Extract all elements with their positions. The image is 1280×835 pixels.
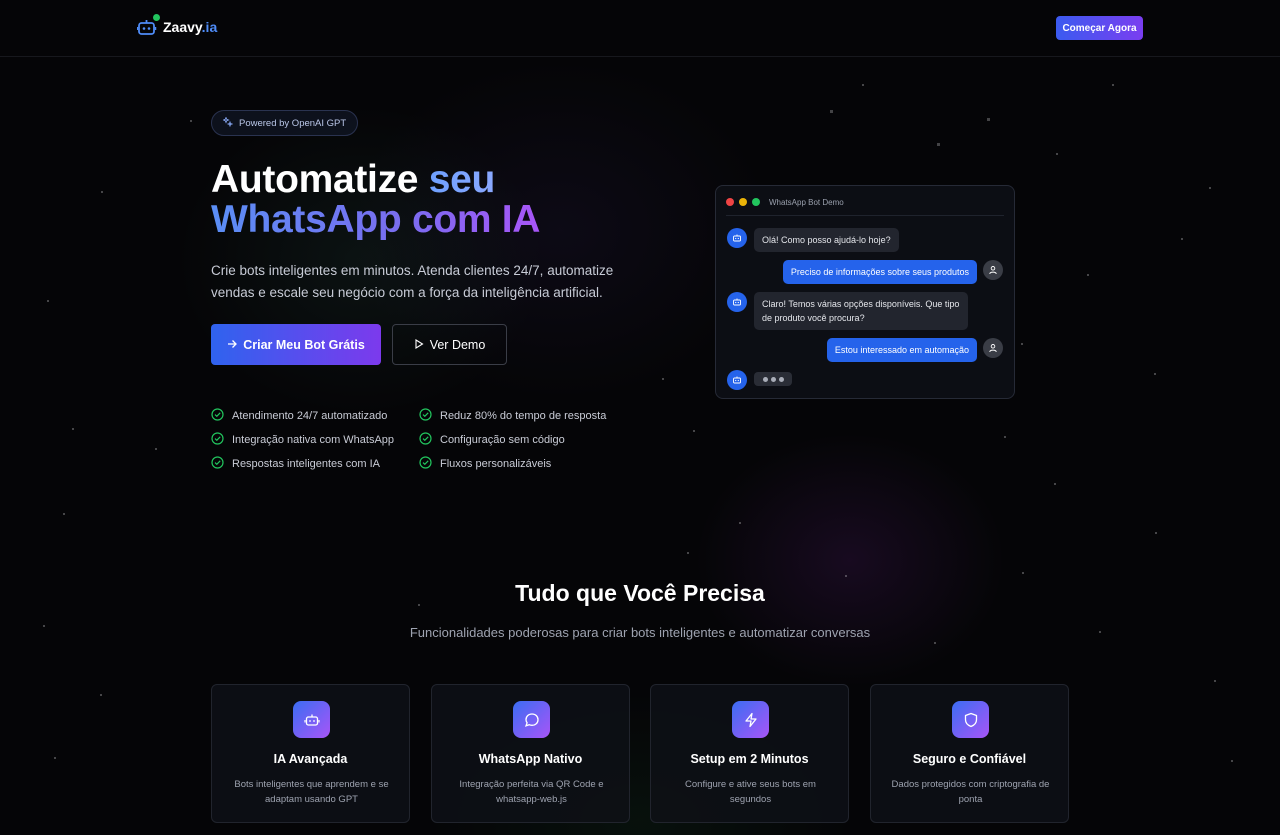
card-title: WhatsApp Nativo <box>478 752 583 766</box>
feature-card-whatsapp: WhatsApp Nativo Integração perfeita via … <box>431 684 630 823</box>
user-avatar-icon <box>983 338 1003 358</box>
features-section-title: Tudo que Você Precisa <box>515 580 765 606</box>
robot-logo-icon <box>136 14 160 37</box>
view-demo-button[interactable]: Ver Demo <box>392 324 507 365</box>
powered-by-badge: Powered by OpenAI GPT <box>211 110 359 136</box>
chat-demo-window: WhatsApp Bot Demo Olá! Como posso ajudá-… <box>715 185 1015 399</box>
bot-avatar-icon <box>727 370 747 390</box>
user-message: Estou interessado em automação <box>826 338 977 362</box>
bot-message: Claro! Temos várias opções disponíveis. … <box>754 292 968 330</box>
typing-indicator <box>754 372 792 386</box>
hero-subtitle: Crie bots inteligentes em minutos. Atend… <box>211 263 614 300</box>
card-description: Integração perfeita via QR Code e whatsa… <box>459 779 604 805</box>
check-circle-icon <box>419 456 432 472</box>
card-title: IA Avançada <box>273 752 348 766</box>
check-circle-icon <box>211 456 224 472</box>
brand-logo[interactable]: Zaavy.ia <box>136 14 218 37</box>
bot-avatar-icon <box>727 228 747 248</box>
features-section-subtitle: Funcionalidades poderosas para criar bot… <box>409 625 871 640</box>
feature-item: Respostas inteligentes com IA <box>211 456 380 472</box>
feature-item: Reduz 80% do tempo de resposta <box>419 408 606 424</box>
user-avatar-icon <box>983 260 1003 280</box>
check-circle-icon <box>211 432 224 448</box>
feature-card-security: Seguro e Confiável Dados protegidos com … <box>870 684 1069 823</box>
window-maximize-dot <box>752 198 760 206</box>
online-status-dot <box>153 14 160 21</box>
feature-item: Integração nativa com WhatsApp <box>211 432 394 448</box>
feature-card-setup: Setup em 2 Minutos Configure e ative seu… <box>650 684 849 823</box>
arrow-right-icon <box>227 338 238 352</box>
check-circle-icon <box>211 408 224 424</box>
check-circle-icon <box>419 432 432 448</box>
chat-bubble-icon <box>513 701 550 738</box>
card-description: Bots inteligentes que aprendem e se adap… <box>234 779 389 805</box>
window-minimize-dot <box>739 198 747 206</box>
card-description: Configure e ative seus bots em segundos <box>685 779 816 805</box>
hero-headline: Automatize seu WhatsApp com IA <box>211 158 541 241</box>
bot-icon <box>293 701 330 738</box>
card-title: Setup em 2 Minutos <box>690 752 809 766</box>
badge-text: Powered by OpenAI GPT <box>239 117 347 129</box>
bot-avatar-icon <box>727 292 747 312</box>
card-description: Dados protegidos com criptografia de pon… <box>891 779 1050 805</box>
feature-card-ai: IA Avançada Bots inteligentes que aprend… <box>211 684 410 823</box>
shield-icon <box>952 701 989 738</box>
feature-item: Configuração sem código <box>419 432 565 448</box>
check-circle-icon <box>419 408 432 424</box>
feature-item: Fluxos personalizáveis <box>419 456 551 472</box>
sparkles-icon <box>222 115 234 130</box>
user-message: Preciso de informações sobre seus produt… <box>782 260 977 284</box>
view-demo-label: Ver Demo <box>429 337 486 352</box>
create-bot-label: Criar Meu Bot Grátis <box>243 337 365 352</box>
card-title: Seguro e Confiável <box>912 752 1027 766</box>
play-icon <box>414 338 424 352</box>
chat-window-titlebar: WhatsApp Bot Demo <box>726 196 1004 216</box>
create-bot-button[interactable]: Criar Meu Bot Grátis <box>211 324 381 365</box>
start-now-button[interactable]: Começar Agora <box>1056 16 1143 40</box>
brand-name: Zaavy.ia <box>163 19 218 35</box>
lightning-icon <box>732 701 769 738</box>
background-glow <box>0 0 1280 835</box>
chat-window-title: WhatsApp Bot Demo <box>769 198 844 207</box>
feature-item: Atendimento 24/7 automatizado <box>211 408 387 424</box>
top-navbar: Zaavy.ia Começar Agora <box>0 0 1280 57</box>
bot-message: Olá! Como posso ajudá-lo hoje? <box>754 228 899 252</box>
window-close-dot <box>726 198 734 206</box>
